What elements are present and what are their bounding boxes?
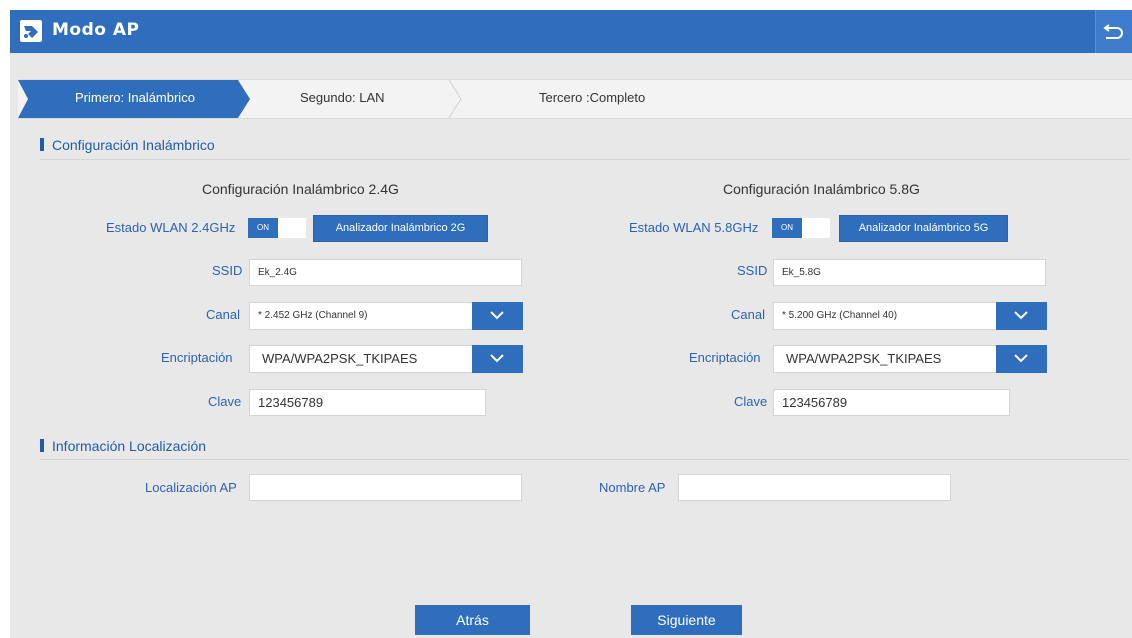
toggle-on-label: ON [772,218,802,238]
heading-marker [40,439,44,452]
dropdown-button[interactable] [996,345,1047,373]
band24-wlan-toggle[interactable]: ON [248,218,306,238]
wizard-steps: Primero: Inalámbrico Segundo: LAN Tercer… [18,79,1132,119]
band58-encryption-select[interactable]: WPA/WPA2PSK_TKIPAES [773,345,1047,373]
band58-encryption-value: WPA/WPA2PSK_TKIPAES [786,351,942,366]
step-separator [448,80,462,118]
app-title: Modo AP [52,20,140,40]
wireless-section-heading: Configuración Inalámbrico [40,137,215,153]
dropdown-button[interactable] [472,345,523,373]
next-step-button[interactable]: Siguiente [631,605,742,635]
app-window: Modo AP Primero: Inalámbrico Segundo: LA… [10,10,1132,638]
router-icon [20,20,42,42]
band24-ssid-label: SSID [212,263,243,278]
band58-wlan-toggle[interactable]: ON [772,218,830,238]
title-bar: Modo AP [10,10,1132,53]
chevron-down-icon [1014,311,1028,320]
band58-key-label: Clave [734,394,768,409]
location-section-heading: Información Localización [40,438,206,454]
band58-status-label: Estado WLAN 5.8GHz [629,220,759,235]
band24-encryption-value: WPA/WPA2PSK_TKIPAES [262,351,418,366]
ap-name-label: Nombre AP [599,480,666,495]
divider [40,159,1130,160]
band58-title: Configuración Inalámbrico 5.8G [723,181,920,197]
step-lan[interactable]: Segundo: LAN [300,90,385,105]
step-complete[interactable]: Tercero :Completo [539,90,645,105]
chevron-down-icon [490,354,504,363]
band24-channel-label: Canal [206,307,240,322]
ap-location-input[interactable] [249,474,522,501]
band24-ssid-input[interactable]: Ek_2.4G [249,259,522,286]
band58-key-input[interactable]: 123456789 [773,389,1010,416]
band24-encryption-label: Encriptación [161,350,233,365]
toggle-on-label: ON [248,218,278,238]
analyzer-5g-button[interactable]: Analizador Inalámbrico 5G [839,215,1008,242]
divider [40,459,1130,460]
step-wireless[interactable]: Primero: Inalámbrico [75,90,195,105]
heading-marker [40,138,44,151]
chevron-down-icon [490,311,504,320]
band24-key-label: Clave [208,394,242,409]
band58-channel-select[interactable]: * 5.200 GHz (Channel 40) [773,302,1047,330]
ap-location-label: Localización AP [145,480,237,495]
band24-channel-value: * 2.452 GHz (Channel 9) [258,310,368,321]
band58-encryption-label: Encriptación [689,350,761,365]
band58-ssid-label: SSID [737,263,768,278]
dropdown-button[interactable] [472,302,523,330]
analyzer-2g-button[interactable]: Analizador Inalámbrico 2G [313,215,488,242]
band24-status-label: Estado WLAN 2.4GHz [106,220,236,235]
ap-name-input[interactable] [678,474,951,501]
band58-channel-label: Canal [731,307,765,322]
band58-channel-value: * 5.200 GHz (Channel 40) [782,310,898,321]
band24-encryption-select[interactable]: WPA/WPA2PSK_TKIPAES [249,345,523,373]
band24-title: Configuración Inalámbrico 2.4G [202,181,399,197]
back-button[interactable] [1095,10,1132,53]
back-step-button[interactable]: Atrás [415,605,530,635]
band58-ssid-input[interactable]: Ek_5.8G [773,259,1046,286]
band24-channel-select[interactable]: * 2.452 GHz (Channel 9) [249,302,523,330]
dropdown-button[interactable] [996,302,1047,330]
band24-key-input[interactable]: 123456789 [249,389,486,416]
chevron-down-icon [1014,354,1028,363]
